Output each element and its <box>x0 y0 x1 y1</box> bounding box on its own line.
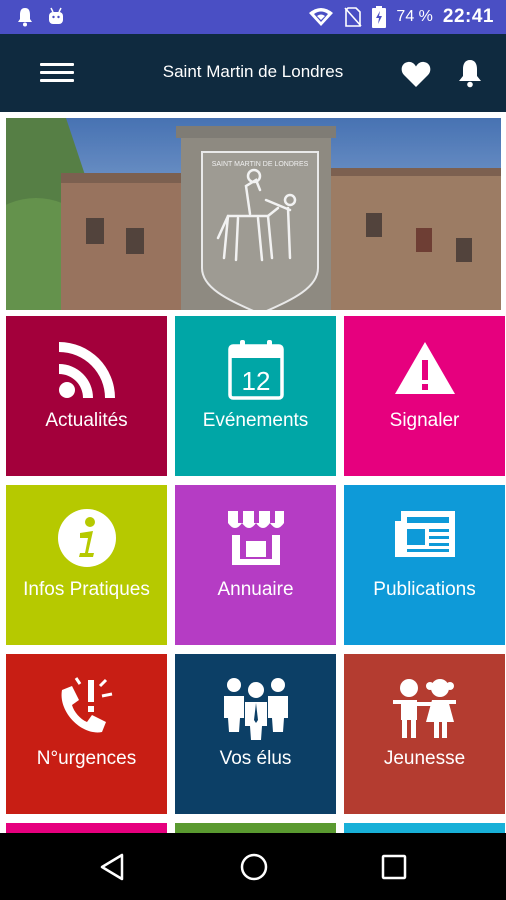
heart-icon <box>401 61 431 87</box>
newspaper-icon <box>394 511 455 557</box>
notification-bell-icon <box>18 8 32 27</box>
no-sim-icon <box>344 7 363 27</box>
info-icon <box>57 509 116 567</box>
tile-annuaire[interactable]: Annuaire <box>175 485 336 645</box>
tile-vos-elus[interactable]: Vos élus <box>175 654 336 814</box>
tile-actualites[interactable]: Actualités <box>6 316 167 476</box>
tile-urgences[interactable]: N°urgences <box>6 654 167 814</box>
tile-partial[interactable] <box>175 823 336 833</box>
home-icon <box>240 853 268 881</box>
tile-infos-pratiques[interactable]: Infos Pratiques <box>6 485 167 645</box>
emergency-phone-icon <box>61 677 112 733</box>
tile-label: Signaler <box>389 410 460 431</box>
recents-icon <box>381 854 407 880</box>
battery-charging-icon <box>372 6 387 28</box>
back-icon <box>100 853 124 881</box>
tile-label: Annuaire <box>217 579 294 600</box>
tile-label: Actualités <box>45 410 128 431</box>
tile-publications[interactable]: Publications <box>344 485 505 645</box>
tile-evenements[interactable]: 12 Evénements <box>175 316 336 476</box>
tile-label: Infos Pratiques <box>23 579 150 600</box>
town-photo: SAINT MARTIN DE LONDRES <box>6 118 501 310</box>
children-icon <box>392 679 456 738</box>
tile-partial[interactable] <box>6 823 167 833</box>
people-icon <box>223 678 288 740</box>
tile-label: Publications <box>373 579 476 600</box>
tile-signaler[interactable]: Signaler <box>344 316 505 476</box>
tile-label: Jeunesse <box>383 748 466 769</box>
tile-label: Vos élus <box>219 748 292 769</box>
tile-label: N°urgences <box>36 748 137 769</box>
battery-percent: 74 % <box>396 8 433 25</box>
shop-icon <box>227 511 284 565</box>
tile-partial[interactable] <box>344 823 505 833</box>
rss-icon <box>58 342 115 398</box>
wifi-icon <box>309 8 334 26</box>
system-nav-bar <box>0 833 506 900</box>
home-button[interactable] <box>238 851 270 883</box>
android-icon <box>49 7 63 24</box>
warning-icon <box>394 342 455 394</box>
recents-button[interactable] <box>378 851 410 883</box>
favorites-button[interactable] <box>401 60 431 88</box>
back-button[interactable] <box>98 851 130 883</box>
app-bar: Saint Martin de Londres <box>0 34 506 112</box>
status-bar: 74 % 22:41 <box>0 0 506 34</box>
clock: 22:41 <box>442 6 494 27</box>
bell-icon <box>459 60 481 88</box>
crest-text: SAINT MARTIN DE LONDRES <box>212 161 309 168</box>
tile-jeunesse[interactable]: Jeunesse <box>344 654 505 814</box>
town-banner: SAINT MARTIN DE LONDRES <box>6 118 501 310</box>
tile-label: Evénements <box>202 410 309 431</box>
calendar-day: 12 <box>241 366 270 396</box>
notifications-button[interactable] <box>456 58 484 88</box>
calendar-icon: 12 <box>227 340 284 400</box>
